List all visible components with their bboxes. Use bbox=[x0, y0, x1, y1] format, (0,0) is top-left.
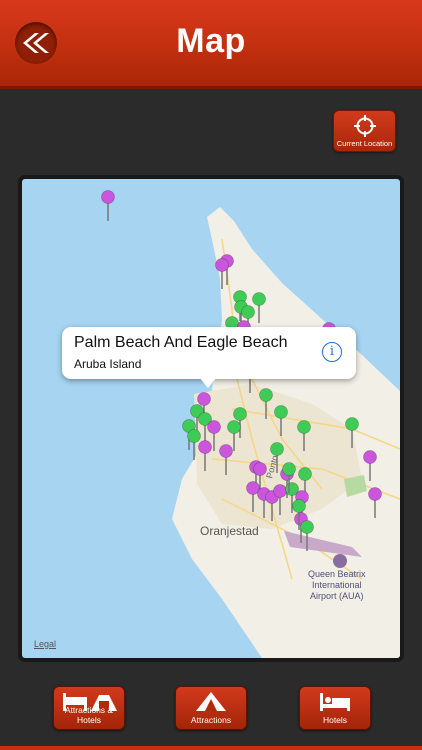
airport-icon bbox=[333, 554, 347, 568]
tab-label: Attractions & Hotels bbox=[64, 705, 114, 725]
callout-tail bbox=[199, 377, 217, 388]
header-bar: Map bbox=[0, 0, 422, 89]
legal-link[interactable]: Legal bbox=[34, 639, 56, 649]
map-pin[interactable] bbox=[101, 190, 115, 222]
info-icon[interactable]: i bbox=[322, 342, 342, 362]
airport-label-1: Queen Beatrix bbox=[308, 569, 366, 579]
callout-subtitle: Aruba Island bbox=[74, 357, 142, 371]
page-title: Map bbox=[176, 22, 246, 60]
current-location-label: Current Location bbox=[336, 139, 393, 148]
map-canvas: Oranjestad Ponto Queen Beatrix Internati… bbox=[101, 190, 400, 658]
bed-icon bbox=[320, 693, 350, 711]
map-callout[interactable]: Palm Beach And Eagle Beach Aruba Island … bbox=[62, 327, 356, 388]
city-label: Oranjestad bbox=[200, 524, 259, 538]
tab-label: Attractions bbox=[190, 715, 232, 725]
crosshair-icon bbox=[353, 115, 376, 137]
airport-label-2: International bbox=[312, 580, 362, 590]
tent-icon bbox=[196, 692, 226, 711]
tab-attractions[interactable]: Attractions bbox=[175, 686, 247, 730]
map-view[interactable]: Oranjestad Ponto Queen Beatrix Internati… bbox=[18, 175, 404, 662]
bottom-tab-bar: Attractions & Hotels Attractions Hotels bbox=[0, 670, 422, 750]
tab-hotels[interactable]: Hotels bbox=[299, 686, 371, 730]
callout-title: Palm Beach And Eagle Beach bbox=[74, 334, 288, 351]
tab-label: Hotels bbox=[322, 715, 348, 725]
tab-attractions-hotels[interactable]: Attractions & Hotels bbox=[53, 686, 125, 730]
bottom-accent-line bbox=[0, 746, 422, 750]
airport-label-3: Airport (AUA) bbox=[310, 591, 364, 601]
current-location-button[interactable]: Current Location bbox=[333, 110, 396, 152]
